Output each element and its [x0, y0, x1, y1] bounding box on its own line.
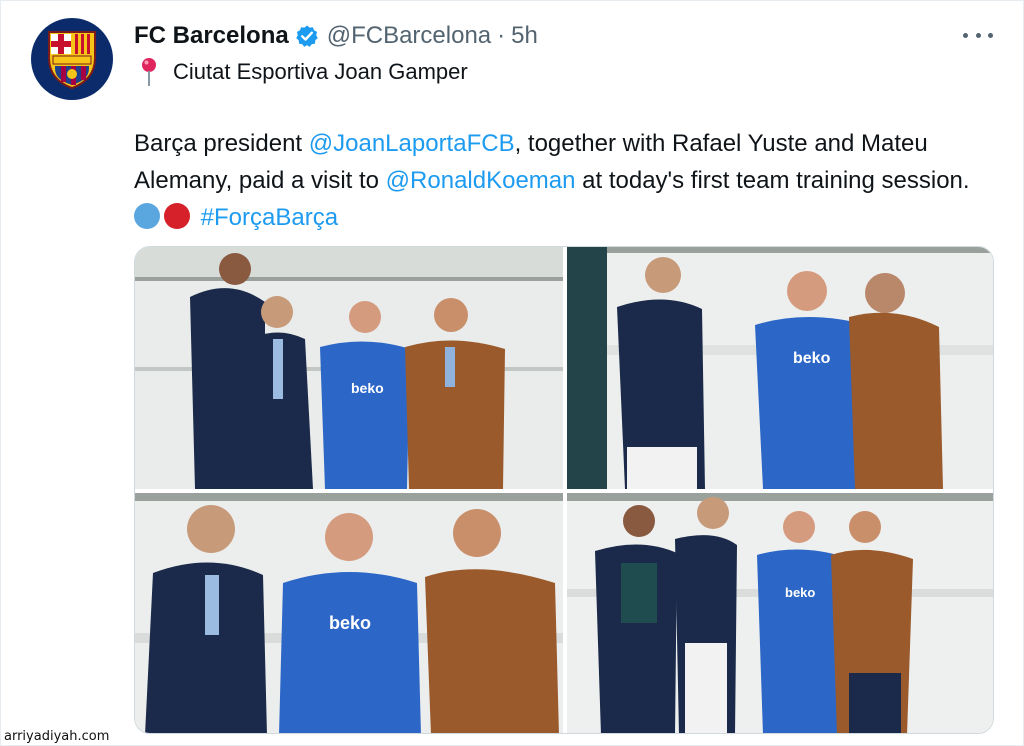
account-handle[interactable]: @FCBarcelona — [327, 22, 491, 50]
tweet-card[interactable]: FC Barcelona @FCBarcelona · 5h Ciutat Es… — [0, 0, 1024, 746]
mention-link[interactable]: @JoanLaportaFCB — [309, 130, 515, 157]
hashtag-link[interactable]: #ForçaBarça — [201, 204, 338, 231]
tweet-header: FC Barcelona @FCBarcelona · 5h — [134, 21, 538, 51]
shirt-text: beko — [351, 380, 384, 396]
red-circle-emoji — [164, 203, 190, 229]
photo-1[interactable]: beko — [135, 247, 563, 489]
verified-badge-icon — [295, 25, 318, 47]
timestamp[interactable]: 5h — [511, 22, 538, 50]
map-pin-icon — [142, 58, 156, 86]
tweet-text-part: at today's first team training session. — [575, 167, 970, 194]
avatar[interactable] — [31, 18, 113, 100]
photo-3[interactable]: beko — [135, 493, 563, 733]
shirt-text: beko — [785, 585, 815, 600]
watermark: arriyadiyah.com — [4, 729, 110, 744]
photo-2[interactable]: beko — [567, 247, 993, 489]
location-label: Ciutat Esportiva Joan Gamper — [173, 59, 468, 84]
tweet-text: Barça president @JoanLaportaFCB, togethe… — [134, 125, 994, 236]
tweet-text-part: Barça president — [134, 130, 309, 157]
media-grid: beko beko beko beko — [134, 246, 994, 734]
account-name[interactable]: FC Barcelona — [134, 22, 289, 50]
more-options-icon[interactable] — [963, 25, 993, 45]
blue-circle-emoji — [134, 203, 160, 229]
mention-link[interactable]: @RonaldKoeman — [386, 167, 576, 194]
photo-4[interactable]: beko — [567, 493, 993, 733]
shirt-text: beko — [329, 613, 371, 633]
separator-dot: · — [497, 22, 506, 49]
shirt-text: beko — [793, 350, 831, 367]
fc-barcelona-crest-icon — [48, 31, 96, 90]
location-tag[interactable]: Ciutat Esportiva Joan Gamper — [139, 57, 468, 87]
